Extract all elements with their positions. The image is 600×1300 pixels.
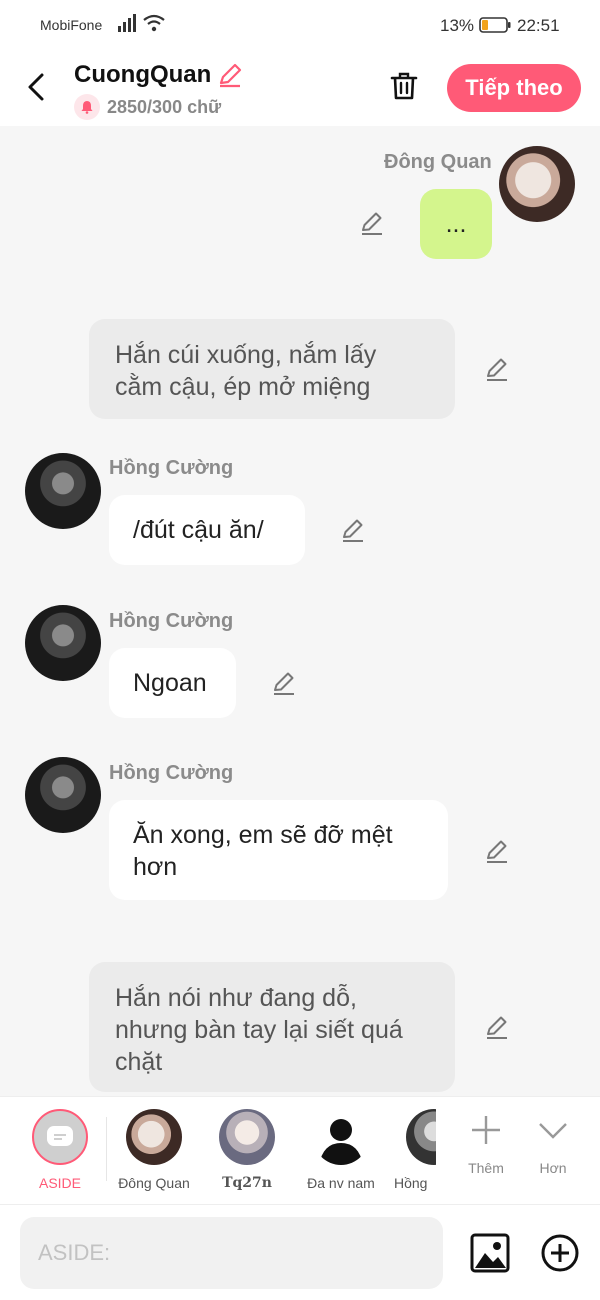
avatar-hong-cuong[interactable] <box>25 757 101 833</box>
image-icon[interactable] <box>470 1233 510 1273</box>
aside-bubble[interactable]: Hắn nói như đang dỗ, nhưng bàn tay lại s… <box>89 962 455 1092</box>
avatar <box>219 1109 275 1165</box>
more-button[interactable]: Hơn <box>523 1113 583 1176</box>
back-arrow-icon[interactable] <box>24 70 50 104</box>
edit-message-icon[interactable] <box>339 516 367 544</box>
message-bubble-self[interactable]: ... <box>420 189 492 259</box>
message-bubble[interactable]: Ngoan <box>109 648 236 718</box>
edit-title-icon[interactable] <box>217 62 243 88</box>
story-title: CuongQuan <box>74 61 212 88</box>
sender-name: Hồng Cường <box>109 762 234 784</box>
plus-icon <box>472 1116 500 1144</box>
avatar <box>126 1109 182 1165</box>
add-label: Thêm <box>468 1160 504 1176</box>
message-bubble[interactable]: Ăn xong, em sẽ đỡ mệt hơn <box>109 800 448 900</box>
signal-icon <box>118 14 136 32</box>
character-aside[interactable]: ASIDE <box>15 1109 105 1191</box>
bell-icon <box>74 94 100 120</box>
avatar-dong-quan[interactable] <box>499 146 575 222</box>
character-tq27n[interactable]: Tq27n <box>202 1109 292 1191</box>
edit-message-icon[interactable] <box>483 1013 511 1041</box>
character-label: Đông Quan <box>118 1175 190 1191</box>
trash-icon[interactable] <box>388 70 420 102</box>
sender-name: Hồng Cường <box>109 610 234 632</box>
character-hong[interactable]: Hồng <box>366 1109 436 1191</box>
sender-name: Hồng Cường <box>109 457 234 479</box>
battery-icon <box>479 17 511 33</box>
character-dong-quan[interactable]: Đông Quan <box>109 1109 199 1191</box>
avatar-hong-cuong[interactable] <box>25 605 101 681</box>
character-selector: ASIDE Đông Quan Tq27n Đa nv nam Hồng Thê… <box>0 1096 600 1204</box>
add-circle-icon[interactable] <box>540 1233 580 1273</box>
next-button[interactable]: Tiếp theo <box>447 64 581 112</box>
wifi-icon <box>143 14 165 32</box>
title-row: CuongQuan <box>74 61 243 89</box>
avatar <box>313 1109 369 1165</box>
divider <box>106 1117 107 1181</box>
character-label: ASIDE <box>38 1175 81 1191</box>
composer <box>0 1204 600 1300</box>
battery-percent: 13% <box>440 16 475 35</box>
character-label: Hồng <box>394 1175 428 1191</box>
status-bar: MobiFone 13% 22:51 <box>0 0 600 52</box>
more-label: Hơn <box>539 1160 567 1176</box>
word-count-row: 2850/300 chữ <box>74 94 221 120</box>
word-count: 2850/300 chữ <box>107 96 222 117</box>
chat-area[interactable]: Đông Quan ... Hắn cúi xuống, nắm lấy cằm… <box>0 126 600 1096</box>
sender-name: Đông Quan <box>384 151 492 173</box>
top-bar: CuongQuan 2850/300 chữ Tiếp theo <box>0 52 600 126</box>
aside-bubble[interactable]: Hắn cúi xuống, nắm lấy cằm cậu, ép mở mi… <box>89 319 455 419</box>
character-label: Tq27n <box>222 1175 272 1191</box>
edit-message-icon[interactable] <box>270 669 298 697</box>
edit-message-icon[interactable] <box>483 355 511 383</box>
avatar <box>406 1109 436 1165</box>
add-character-button[interactable]: Thêm <box>456 1113 516 1176</box>
edit-message-icon[interactable] <box>358 209 386 237</box>
aside-avatar <box>32 1109 88 1165</box>
clock: 22:51 <box>517 16 560 35</box>
edit-message-icon[interactable] <box>483 837 511 865</box>
message-bubble[interactable]: /đút cậu ăn/ <box>109 495 305 565</box>
chevron-down-icon <box>539 1123 567 1139</box>
avatar-hong-cuong[interactable] <box>25 453 101 529</box>
carrier-name: MobiFone <box>40 17 103 33</box>
message-input[interactable] <box>20 1217 443 1289</box>
